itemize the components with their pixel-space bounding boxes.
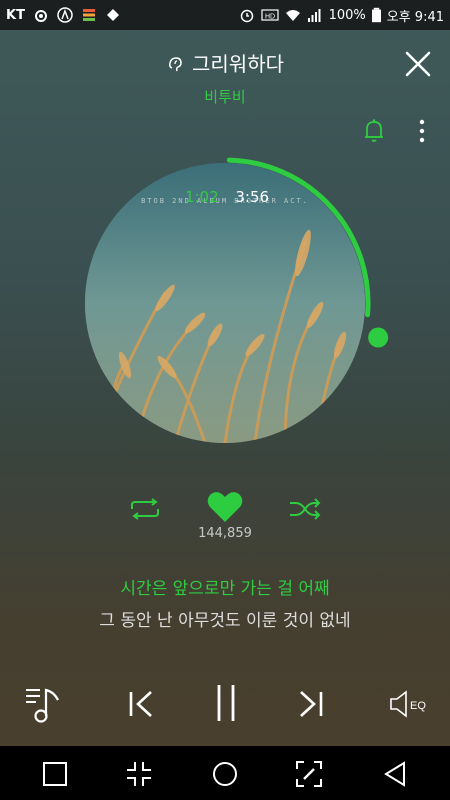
repeat-icon[interactable] bbox=[128, 498, 162, 520]
lyric-current[interactable]: 시간은 앞으로만 가는 걸 어째 bbox=[0, 574, 450, 599]
lyric-next[interactable]: 그 동안 난 아무것도 이룬 것이 없네 bbox=[0, 606, 450, 631]
home-icon[interactable] bbox=[212, 761, 238, 787]
player-controls: EQ bbox=[0, 680, 450, 730]
elapsed-time: 1:02 bbox=[184, 188, 219, 206]
artist-name[interactable]: 비투비 bbox=[0, 86, 450, 107]
capture-icon[interactable] bbox=[296, 761, 322, 787]
back-icon[interactable] bbox=[382, 761, 408, 787]
shuffle-icon[interactable] bbox=[288, 498, 322, 520]
svg-text:HD: HD bbox=[265, 14, 275, 21]
close-button[interactable] bbox=[404, 50, 432, 78]
app-icon bbox=[57, 7, 73, 23]
battery-percent: 100% bbox=[328, 7, 366, 23]
eq-label: EQ bbox=[410, 700, 426, 712]
more-options-icon[interactable] bbox=[416, 118, 428, 144]
headset-icon bbox=[34, 10, 47, 22]
bell-icon[interactable] bbox=[362, 118, 386, 144]
previous-track-icon[interactable] bbox=[126, 688, 156, 720]
recent-apps-icon[interactable] bbox=[42, 761, 68, 787]
song-title: 그리워하다 bbox=[192, 52, 284, 76]
heart-icon[interactable] bbox=[206, 490, 244, 524]
wifi-icon bbox=[285, 10, 300, 21]
album-art-container: BTOB 2ND ALBUM BROTHER ACT. 1:02 3:56 bbox=[82, 157, 389, 450]
song-title-row: 그리워하다 bbox=[0, 48, 450, 77]
like-count: 144,859 bbox=[198, 526, 252, 541]
progress-knob[interactable] bbox=[368, 327, 389, 348]
ear-icon bbox=[169, 56, 182, 71]
status-bar: KT HD 100% 오후 9:41 bbox=[0, 0, 450, 30]
eq-speaker-icon[interactable]: EQ bbox=[388, 688, 430, 720]
notification-icon bbox=[82, 9, 95, 21]
pause-icon[interactable] bbox=[214, 682, 238, 724]
dual-window-icon[interactable] bbox=[126, 761, 152, 787]
battery-icon bbox=[371, 7, 381, 23]
total-time: 3:56 bbox=[235, 188, 270, 206]
progress-arc bbox=[226, 157, 371, 318]
player-header: 그리워하다 비투비 bbox=[0, 30, 450, 143]
progress-ring[interactable] bbox=[82, 157, 392, 470]
next-track-icon[interactable] bbox=[296, 688, 326, 720]
navigation-bar bbox=[0, 746, 450, 800]
playlist-icon[interactable] bbox=[24, 684, 64, 724]
actions-row: 144,859 bbox=[0, 490, 450, 550]
hd-icon: HD bbox=[260, 9, 279, 21]
tag-icon bbox=[106, 9, 119, 21]
signal-icon bbox=[307, 9, 321, 22]
carrier-label: KT bbox=[6, 7, 25, 23]
alarm-icon bbox=[240, 9, 253, 23]
time-row: 1:02 3:56 bbox=[82, 188, 372, 206]
clock: 오후 9:41 bbox=[386, 9, 444, 25]
